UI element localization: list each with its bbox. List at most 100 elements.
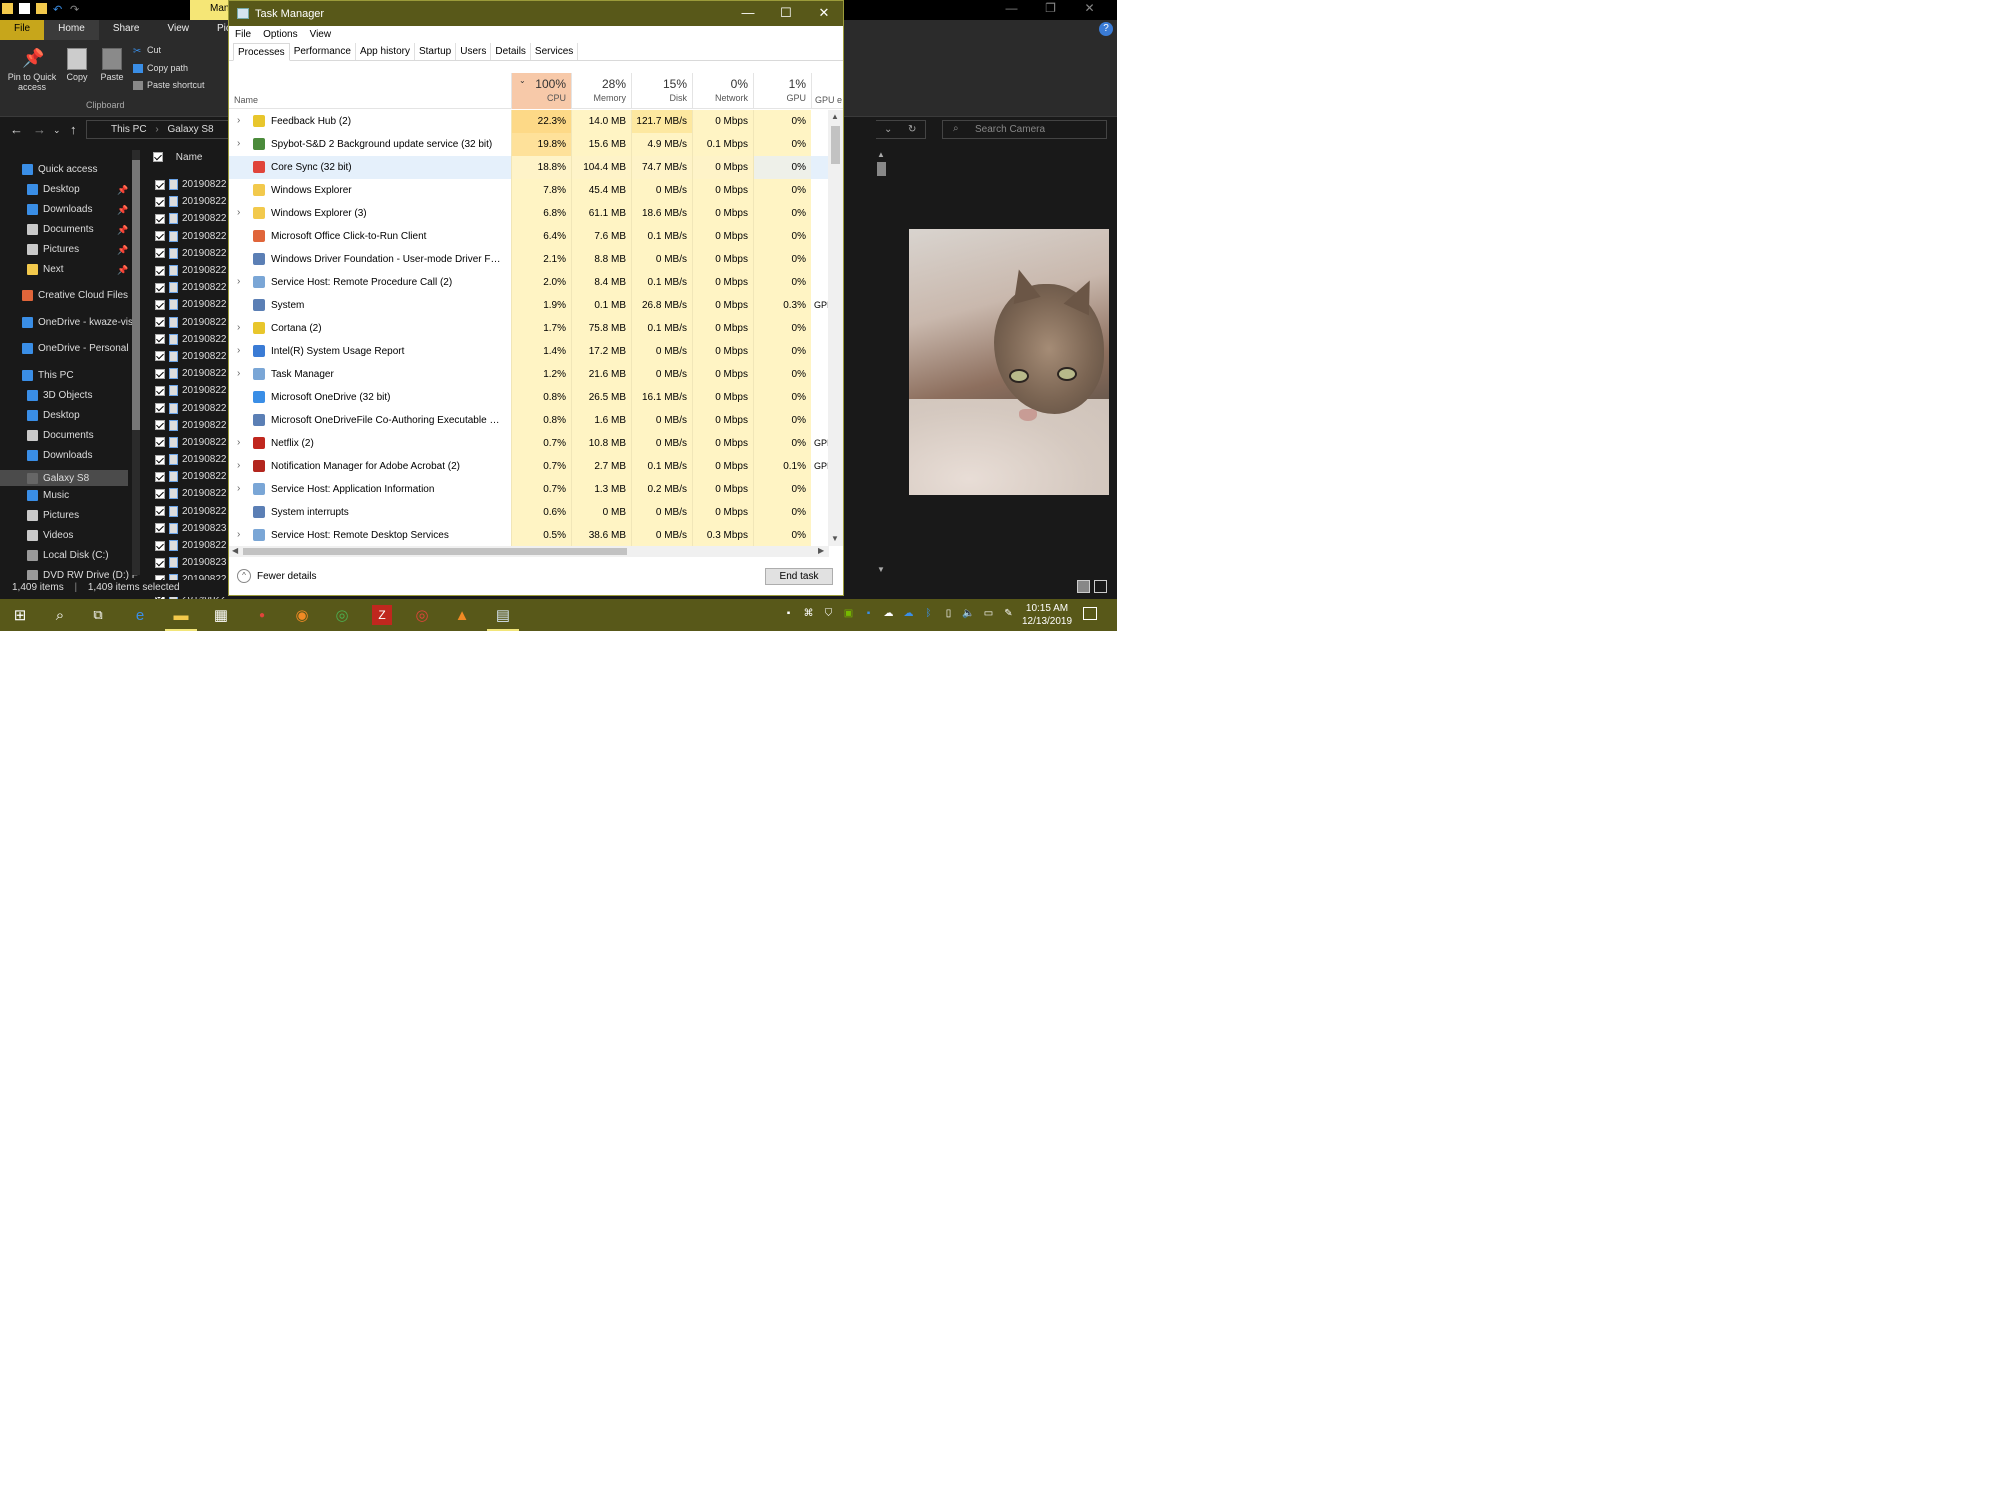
- scrollbar-thumb[interactable]: [243, 548, 627, 555]
- scrollbar-thumb[interactable]: [132, 160, 140, 430]
- chrome-icon[interactable]: ◎: [332, 605, 352, 625]
- store-icon[interactable]: ▦: [211, 605, 231, 625]
- table-row[interactable]: Microsoft OneDrive (32 bit) 0.8% 26.5 MB 16…: [229, 386, 843, 409]
- sidebar-item[interactable]: Downloads: [27, 450, 92, 461]
- menu-view[interactable]: View: [310, 29, 332, 40]
- sidebar-item[interactable]: Pictures: [27, 244, 79, 255]
- search-input[interactable]: ⌕ Search Camera: [942, 120, 1107, 139]
- monitor-icon[interactable]: ▭: [982, 608, 995, 621]
- pin-quick-access-button[interactable]: 📌 Pin to Quick access: [4, 48, 60, 92]
- tab-view[interactable]: View: [154, 20, 204, 40]
- task-view-icon[interactable]: ⧉: [88, 605, 108, 625]
- chevron-down-icon[interactable]: ⌄: [884, 124, 892, 135]
- list-item[interactable]: 20190822: [155, 417, 227, 434]
- chevron-right-icon[interactable]: ›: [237, 138, 240, 149]
- pin-icon[interactable]: 📌: [117, 245, 128, 256]
- item-checkbox[interactable]: [155, 437, 165, 448]
- sidebar-item[interactable]: 3D Objects: [27, 390, 92, 401]
- item-checkbox[interactable]: [155, 248, 165, 259]
- table-row[interactable]: › Service Host: Application Information 0.…: [229, 478, 843, 501]
- sidebar-item[interactable]: This PC: [22, 370, 74, 381]
- list-item[interactable]: 20190822: [155, 365, 227, 382]
- sidebar-item[interactable]: Next: [27, 264, 64, 275]
- undo-icon[interactable]: ↶: [53, 3, 64, 16]
- tray-network-icon[interactable]: ⌘: [802, 608, 815, 621]
- clock[interactable]: 10:15 AM 12/13/2019: [1022, 602, 1072, 628]
- chevron-right-icon[interactable]: ›: [237, 460, 240, 471]
- minimize-icon[interactable]: —: [992, 0, 1031, 18]
- cut-button[interactable]: ✂ Cut: [133, 45, 161, 57]
- address-bar[interactable]: This PC › Galaxy S8: [86, 120, 231, 139]
- action-center-icon[interactable]: [1083, 607, 1097, 620]
- tray-defender-icon[interactable]: ⛉: [822, 608, 835, 621]
- up-arrow-icon[interactable]: ↑: [70, 122, 77, 137]
- list-item[interactable]: 20190822: [155, 468, 227, 485]
- tray-nvidia-icon[interactable]: ▣: [842, 608, 855, 621]
- chrome-canary-icon[interactable]: ◎: [412, 605, 432, 625]
- sidebar-item[interactable]: Music: [27, 490, 69, 501]
- process-list-horizontal-scrollbar[interactable]: ◀ ▶: [229, 546, 829, 557]
- app-icon[interactable]: ●: [252, 605, 272, 625]
- tab-share[interactable]: Share: [99, 20, 154, 40]
- item-checkbox[interactable]: [155, 368, 165, 379]
- sidebar-item[interactable]: Quick access: [22, 164, 97, 175]
- table-row[interactable]: › Netflix (2) 0.7% 10.8 MB 0 MB/s 0 Mbps 0% GPI: [229, 432, 843, 455]
- table-row[interactable]: › Notification Manager for Adobe Acrobat …: [229, 455, 843, 478]
- scroll-up-icon[interactable]: ▲: [877, 150, 885, 159]
- item-checkbox[interactable]: [155, 282, 165, 293]
- item-checkbox[interactable]: [155, 506, 165, 517]
- list-item[interactable]: 20190822: [155, 348, 227, 365]
- tab-performance[interactable]: Performance: [290, 43, 356, 60]
- sidebar-item[interactable]: OneDrive - kwaze-vis: [22, 317, 133, 328]
- chevron-right-icon[interactable]: ›: [237, 437, 240, 448]
- sidebar-item[interactable]: Creative Cloud Files: [22, 290, 128, 301]
- chevron-right-icon[interactable]: ›: [237, 115, 240, 126]
- list-item[interactable]: 20190822: [155, 193, 227, 210]
- new-folder-icon[interactable]: [36, 3, 47, 14]
- list-item[interactable]: 20190822: [155, 314, 227, 331]
- column-name[interactable]: Name: [234, 95, 258, 105]
- list-item[interactable]: 20190822: [155, 537, 227, 554]
- help-icon[interactable]: ?: [1099, 22, 1113, 36]
- scroll-down-icon[interactable]: ▼: [831, 534, 839, 543]
- item-checkbox[interactable]: [155, 403, 165, 414]
- scroll-right-icon[interactable]: ▶: [818, 546, 824, 555]
- list-item[interactable]: 20190822: [155, 485, 227, 502]
- item-checkbox[interactable]: [155, 488, 165, 499]
- folder-icon[interactable]: [2, 3, 13, 14]
- chevron-right-icon[interactable]: ›: [237, 345, 240, 356]
- tab-app-history[interactable]: App history: [356, 43, 415, 60]
- forward-arrow-icon[interactable]: →: [33, 122, 46, 137]
- volume-icon[interactable]: 🔈: [962, 608, 975, 621]
- list-item[interactable]: 20190822: [155, 382, 227, 399]
- item-checkbox[interactable]: [155, 299, 165, 310]
- tab-services[interactable]: Services: [531, 43, 579, 60]
- item-checkbox[interactable]: [155, 179, 165, 190]
- file-list-scrollbar[interactable]: ▲ ▼: [876, 150, 886, 580]
- details-view-icon[interactable]: [1077, 580, 1090, 593]
- item-checkbox[interactable]: [155, 317, 165, 328]
- item-checkbox[interactable]: [155, 265, 165, 276]
- pin-icon[interactable]: 📌: [117, 225, 128, 236]
- list-item[interactable]: 20190822: [155, 210, 227, 227]
- sidebar-item[interactable]: Pictures: [27, 510, 79, 521]
- item-checkbox[interactable]: [155, 196, 165, 207]
- list-item[interactable]: 20190822: [155, 331, 227, 348]
- recent-locations-icon[interactable]: ⌄: [53, 125, 61, 136]
- tab-details[interactable]: Details: [491, 43, 531, 60]
- list-item[interactable]: 20190822: [155, 262, 227, 279]
- refresh-icon[interactable]: ↻: [908, 124, 916, 135]
- tray-app-icon[interactable]: ▪: [782, 608, 795, 621]
- fewer-details-link[interactable]: ^ Fewer details: [237, 569, 316, 583]
- list-item[interactable]: 20190822: [155, 279, 227, 296]
- breadcrumb-galaxy-s8[interactable]: Galaxy S8: [167, 124, 213, 135]
- item-checkbox[interactable]: [155, 471, 165, 482]
- chevron-right-icon[interactable]: ›: [237, 368, 240, 379]
- large-icons-view-icon[interactable]: [1094, 580, 1107, 593]
- minimize-icon[interactable]: —: [729, 1, 767, 26]
- tray-onedrive-icon[interactable]: ☁: [882, 608, 895, 621]
- paste-shortcut-button[interactable]: Paste shortcut: [133, 80, 205, 90]
- task-manager-titlebar[interactable]: Task Manager — ☐ ✕: [229, 1, 843, 26]
- navigation-scrollbar[interactable]: [132, 150, 140, 575]
- item-checkbox[interactable]: [155, 523, 165, 534]
